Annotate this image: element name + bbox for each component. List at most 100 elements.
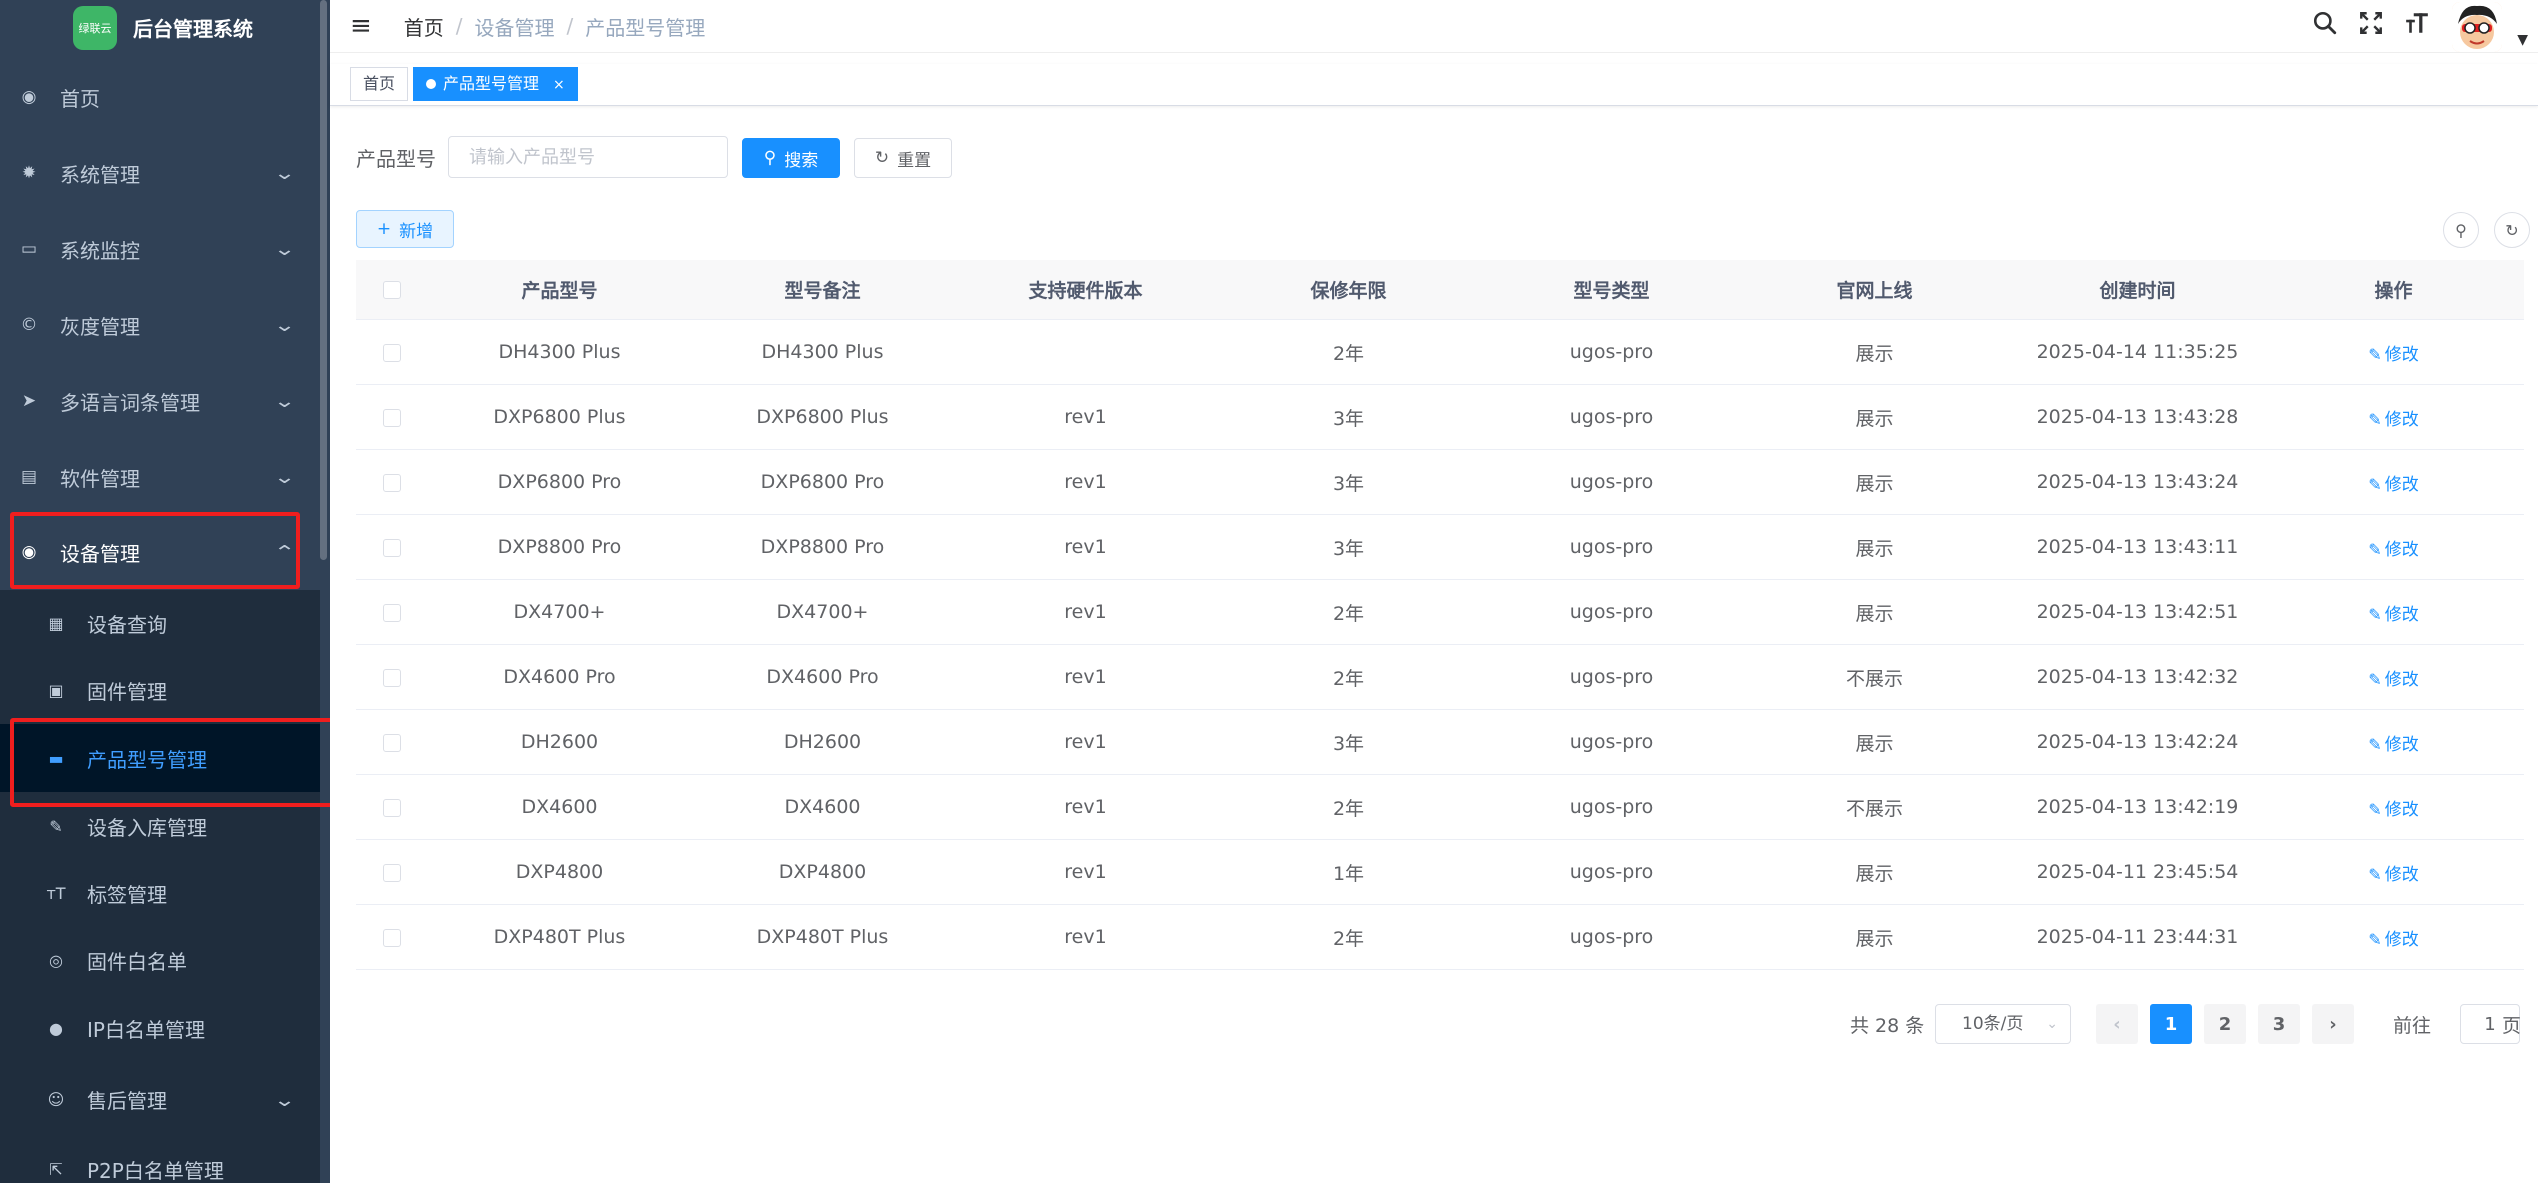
app-title: 后台管理系统 — [133, 17, 253, 41]
avatar[interactable] — [2452, 1, 2502, 52]
refresh-button[interactable]: ↻ — [2494, 212, 2530, 248]
logo[interactable]: 绿联云 后台管理系统 — [0, 0, 330, 55]
toggle-search-button[interactable]: ⚲ — [2443, 212, 2479, 248]
edit-icon: ✎ — [2368, 409, 2382, 429]
caret-down-icon[interactable]: ▼ — [2517, 32, 2528, 48]
cell-hw-version: rev1 — [1064, 406, 1107, 428]
tag-product-model[interactable]: 产品型号管理 × — [413, 67, 578, 101]
column-header: 型号类型 — [1573, 280, 1650, 302]
sidebar-item-device-query[interactable]: ▦ 设备查询 — [0, 589, 320, 657]
page-3-button[interactable]: 3 — [2258, 1004, 2300, 1044]
edit-link[interactable]: ✎ 修改 — [2368, 605, 2418, 625]
row-checkbox[interactable] — [383, 863, 401, 882]
edit-link[interactable]: ✎ 修改 — [2368, 735, 2418, 755]
goto-suffix: 页 — [2502, 1015, 2522, 1037]
sidebar-item-i18n[interactable]: ➤ 多语言词条管理 ⌄ — [0, 363, 320, 439]
external-link-icon: ⇱ — [49, 1159, 63, 1179]
chevron-down-icon: ⌄ — [2046, 1016, 2058, 1032]
sidebar-item-firmware[interactable]: ▣ 固件管理 — [0, 656, 320, 724]
cell-website-status: 展示 — [1855, 862, 1894, 885]
edit-link[interactable]: ✎ 修改 — [2368, 345, 2418, 365]
product-model-table: 产品型号 型号备注 支持硬件版本 保修年限 型号类型 官网上线 创建时间 操作 … — [356, 260, 2524, 970]
hamburger-icon[interactable]: ≡ — [350, 11, 372, 41]
cell-model: DXP6800 Pro — [497, 471, 622, 493]
row-checkbox[interactable] — [383, 928, 401, 947]
send-icon: ➤ — [21, 391, 37, 411]
page-2-button[interactable]: 2 — [2204, 1004, 2246, 1044]
edit-link[interactable]: ✎ 修改 — [2368, 475, 2418, 495]
table-row: DXP6800 Plus DXP6800 Plus rev1 3年 ugos-pro 展示… — [356, 385, 2524, 450]
select-all-checkbox[interactable] — [383, 281, 401, 299]
edit-link[interactable]: ✎ 修改 — [2368, 540, 2418, 560]
row-checkbox[interactable] — [383, 538, 401, 557]
sidebar-item-system[interactable]: ✹ 系统管理 ⌄ — [0, 135, 320, 211]
cell-created-time: 2025-04-13 13:43:24 — [2036, 471, 2239, 493]
cell-remark: DX4600 Pro — [766, 666, 879, 688]
search-icon[interactable] — [2302, 10, 2348, 43]
row-checkbox[interactable] — [383, 798, 401, 817]
next-page-button[interactable]: › — [2312, 1004, 2354, 1044]
sidebar-item-firmware-whitelist[interactable]: ◎ 固件白名单 — [0, 926, 320, 994]
font-size-icon[interactable] — [2394, 10, 2440, 43]
breadcrumb-home[interactable]: 首页 — [404, 12, 444, 41]
sidebar-item-device[interactable]: ◉ 设备管理 ⌄ — [0, 514, 320, 590]
cell-model: DXP4800 — [515, 861, 604, 883]
row-checkbox[interactable] — [383, 473, 401, 492]
sidebar-item-software[interactable]: ▤ 软件管理 ⌄ — [0, 439, 320, 515]
add-button[interactable]: + 新增 — [356, 210, 454, 248]
close-icon[interactable]: × — [553, 77, 565, 93]
sidebar-item-home[interactable]: ◉ 首页 — [0, 59, 320, 135]
cell-model-type: ugos-pro — [1569, 666, 1654, 688]
cell-warranty: 2年 — [1332, 797, 1365, 820]
cell-model-type: ugos-pro — [1569, 341, 1654, 363]
chevron-down-icon: ⌄ — [273, 163, 296, 184]
sidebar-scrollbar[interactable] — [320, 0, 327, 560]
row-checkbox[interactable] — [383, 668, 401, 687]
cell-remark: DX4700+ — [776, 601, 869, 623]
cell-model-type: ugos-pro — [1569, 731, 1654, 753]
edit-icon: ✎ — [2368, 539, 2382, 559]
sidebar-item-product-model[interactable]: ▬ 产品型号管理 — [0, 724, 320, 792]
row-checkbox[interactable] — [383, 408, 401, 427]
tags-view: 首页 产品型号管理 × — [330, 64, 2538, 106]
model-icon: ▬ — [48, 748, 64, 768]
prev-page-button[interactable]: ‹ — [2096, 1004, 2138, 1044]
fullscreen-icon[interactable] — [2348, 10, 2394, 43]
product-model-input[interactable] — [448, 136, 728, 178]
sidebar-item-tags[interactable]: ᴛT 标签管理 — [0, 859, 320, 927]
page-size-select[interactable]: 10条/页 ⌄ — [1935, 1004, 2071, 1044]
sidebar-item-ip-whitelist[interactable]: ● IP白名单管理 — [0, 994, 320, 1062]
edit-link[interactable]: ✎ 修改 — [2368, 930, 2418, 950]
cell-model-type: ugos-pro — [1569, 471, 1654, 493]
sidebar-item-monitor[interactable]: ▭ 系统监控 ⌄ — [0, 211, 320, 287]
reset-button[interactable]: ↻ 重置 — [854, 138, 952, 178]
chevron-up-icon: ⌄ — [273, 540, 296, 561]
cell-model: DX4600 — [521, 796, 598, 818]
font-size-icon: ᴛT — [46, 883, 66, 903]
row-checkbox[interactable] — [383, 733, 401, 752]
sidebar-item-after-sales[interactable]: ☺ 售后管理 ⌄ — [0, 1064, 320, 1134]
sidebar-item-p2p-whitelist[interactable]: ⇱ P2P白名单管理 — [0, 1134, 320, 1183]
sidebar-item-gray-release[interactable]: © 灰度管理 ⌄ — [0, 287, 320, 363]
cell-model: DXP6800 Plus — [493, 406, 626, 428]
globe-icon: ● — [49, 1018, 63, 1038]
tag-home[interactable]: 首页 — [350, 67, 409, 101]
edit-link[interactable]: ✎ 修改 — [2368, 800, 2418, 820]
service-icon: ☺ — [47, 1089, 65, 1109]
search-button[interactable]: ⚲ 搜索 — [742, 138, 840, 178]
edit-link[interactable]: ✎ 修改 — [2368, 670, 2418, 690]
page-1-button[interactable]: 1 — [2150, 1004, 2192, 1044]
cell-model: DXP480T Plus — [493, 926, 626, 948]
row-checkbox[interactable] — [383, 603, 401, 622]
cell-remark: DH2600 — [783, 731, 862, 753]
row-checkbox[interactable] — [383, 343, 401, 362]
column-header: 保修年限 — [1310, 280, 1387, 302]
cell-warranty: 2年 — [1332, 342, 1365, 365]
edit-link[interactable]: ✎ 修改 — [2368, 410, 2418, 430]
chevron-down-icon: ⌄ — [273, 315, 296, 336]
cell-remark: DXP480T Plus — [756, 926, 889, 948]
cell-model: DH4300 Plus — [498, 341, 621, 363]
sidebar-item-device-stock[interactable]: ✎ 设备入库管理 — [0, 792, 320, 860]
cell-remark: DH4300 Plus — [761, 341, 884, 363]
edit-link[interactable]: ✎ 修改 — [2368, 865, 2418, 885]
